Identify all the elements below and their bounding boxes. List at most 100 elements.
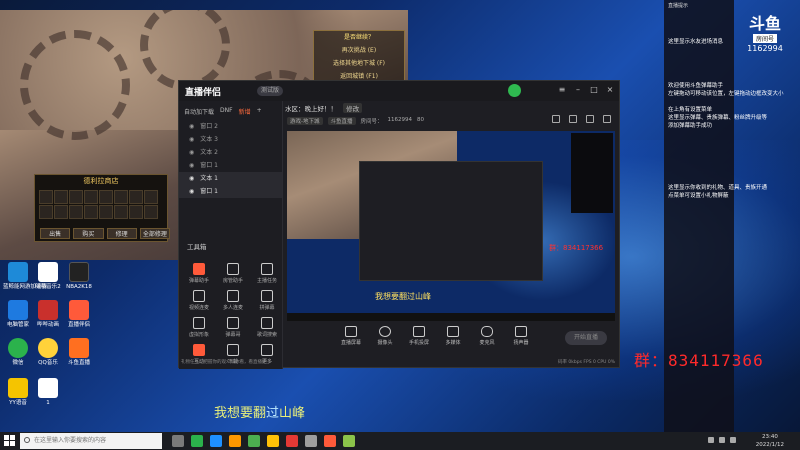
- eye-icon[interactable]: ◉: [189, 146, 194, 159]
- desktop-icon[interactable]: YY语音: [3, 378, 33, 407]
- media-icon: [447, 326, 459, 337]
- microphone-icon: [481, 326, 493, 337]
- app-icon: [8, 338, 28, 358]
- phone-cast-button[interactable]: 手机投屏: [407, 326, 431, 346]
- speaker-button[interactable]: 扬声器: [509, 326, 533, 346]
- eye-icon[interactable]: ◉: [189, 159, 194, 172]
- lyrics-subtitle: 我想要翻过山峰: [214, 402, 305, 421]
- desktop-icon[interactable]: 1: [33, 378, 63, 407]
- desktop-icon[interactable]: 直播伴侣: [64, 300, 94, 329]
- tab-dnf[interactable]: DNF: [220, 107, 233, 116]
- microphone-button[interactable]: 麦克风: [475, 326, 499, 346]
- stream-preview[interactable]: 群：834117366 我想要翻过山峰: [287, 131, 615, 321]
- taskbar-search-input[interactable]: [20, 433, 162, 449]
- panel-message: 左键拖动可移动该位置，左键拖动边框改变大小: [668, 91, 784, 97]
- desktop-icon[interactable]: QQ音乐: [33, 338, 63, 367]
- danmu-assistant-panel[interactable]: 直播提示: [664, 0, 734, 450]
- eye-icon[interactable]: ◉: [189, 185, 194, 198]
- shop-sell-button[interactable]: 出售: [40, 228, 71, 239]
- folder-icon[interactable]: [229, 435, 241, 447]
- tool-danmu-ge[interactable]: 弹幕哥: [218, 317, 248, 338]
- scene-tabs: 自动加下载 DNF 新增 +: [179, 101, 282, 120]
- desktop-icon[interactable]: 电脑管家: [3, 300, 33, 329]
- wechat-icon[interactable]: [191, 435, 203, 447]
- scene-item[interactable]: ◉ 窗口 2: [179, 120, 282, 133]
- shop-slots[interactable]: [35, 187, 167, 222]
- menu-item-other-dungeon[interactable]: 选择其他地下城 (F): [314, 57, 404, 70]
- game-icon[interactable]: [286, 435, 298, 447]
- network-icon[interactable]: [708, 437, 714, 443]
- close-icon[interactable]: ×: [605, 85, 615, 95]
- desktop-icon[interactable]: 咕咕音乐2: [33, 262, 63, 291]
- desktop-icon[interactable]: 哔哔动画: [33, 300, 63, 329]
- panel-message: 点菜单可设置小礼物屏蔽: [668, 193, 729, 199]
- desktop-icon[interactable]: 微信: [3, 338, 33, 367]
- multimedia-button[interactable]: 多媒体: [441, 326, 465, 346]
- camera-button[interactable]: 摄像头: [373, 326, 397, 346]
- taskbar-clock[interactable]: 23:40 2022/1/12: [756, 433, 784, 449]
- maximize-icon[interactable]: □: [589, 85, 599, 95]
- tool-avatar[interactable]: 虚拟形象: [184, 317, 214, 338]
- windows-start-icon[interactable]: [4, 435, 15, 446]
- scene-item[interactable]: ◉ 窗口 1: [179, 159, 282, 172]
- app-icon[interactable]: [267, 435, 279, 447]
- shop-icon[interactable]: [569, 115, 577, 123]
- platform-tag[interactable]: 斗鱼直播: [327, 117, 356, 125]
- tab-add[interactable]: 新增: [239, 107, 251, 116]
- gift-icon[interactable]: [552, 115, 560, 123]
- desktop-icon[interactable]: NBA2K18: [64, 262, 94, 291]
- status-bar-left: 礼物任务，把握你的观众帮你看，看直播吧: [181, 360, 267, 365]
- subtitle-part: 我想要翻: [214, 406, 267, 421]
- status-bar-right: 码率 0kbps FPS 0 CPU 0%: [558, 360, 615, 365]
- preview-subtitle: 我想要翻过山峰: [375, 292, 431, 301]
- live-companion-window[interactable]: 直播伴侣 测试版 ≡ – □ × 自动加下载 DNF 新增 + ◉ 窗口 2 ◉ 文…: [178, 80, 620, 369]
- app-titlebar[interactable]: 直播伴侣 测试版 ≡ – □ ×: [179, 81, 619, 101]
- scene-item[interactable]: ◉ 文本 2: [179, 146, 282, 159]
- shop-buy-button[interactable]: 购买: [73, 228, 104, 239]
- add-tab-icon[interactable]: +: [257, 107, 262, 116]
- app-icon[interactable]: [248, 435, 260, 447]
- volume-icon[interactable]: [719, 437, 725, 443]
- tool-room-admin[interactable]: 房管助手: [218, 263, 248, 284]
- start-live-button[interactable]: 开始直播: [565, 331, 607, 345]
- app-icon[interactable]: [305, 435, 317, 447]
- screen-capture-button[interactable]: 直播屏幕: [339, 326, 363, 346]
- tool-multi-link[interactable]: 多人连麦: [218, 290, 248, 311]
- douyu-logo: 斗鱼 房间号 1162994: [740, 10, 790, 58]
- toolbox-grid: 弹幕助手 房管助手 主播任务 视频连麦 多人连麦 拼弹幕 虚拟形象 弹幕哥 歌词…: [184, 263, 282, 365]
- share-icon[interactable]: [586, 115, 594, 123]
- category-tag[interactable]: 游戏-地下城: [287, 117, 323, 125]
- room-info: 游戏-地下城 斗鱼直播 房间号： 1162994 80: [287, 117, 424, 125]
- tool-pin-danmu[interactable]: 拼弹幕: [252, 290, 282, 311]
- tab-auto-download[interactable]: 自动加下载: [184, 107, 214, 116]
- edit-title-button[interactable]: 修改: [343, 103, 363, 113]
- panel-message: 在上角有设置菜单: [668, 107, 713, 113]
- input-method-icon[interactable]: [730, 437, 736, 443]
- minimize-icon[interactable]: –: [573, 85, 583, 95]
- menu-item-retry[interactable]: 再次挑战 (E): [314, 44, 404, 57]
- app-icon[interactable]: [343, 435, 355, 447]
- user-avatar[interactable]: [508, 84, 521, 97]
- tool-streamer-task[interactable]: 主播任务: [252, 263, 282, 284]
- settings-icon[interactable]: [603, 115, 611, 123]
- eye-icon[interactable]: ◉: [189, 172, 194, 185]
- app-icon: [8, 300, 28, 320]
- browser-icon[interactable]: [210, 435, 222, 447]
- live-companion-icon[interactable]: [324, 435, 336, 447]
- eye-icon[interactable]: ◉: [189, 133, 194, 146]
- scene-item[interactable]: ◉ 窗口 1: [179, 185, 282, 198]
- task-view-icon[interactable]: [172, 435, 184, 447]
- scene-item[interactable]: ◉ 文本 3: [179, 133, 282, 146]
- desktop-icon[interactable]: 斗鱼直播: [64, 338, 94, 367]
- scene-item[interactable]: ◉ 文本 1: [179, 172, 282, 185]
- shop-repair-button[interactable]: 修理: [106, 228, 137, 239]
- tool-danmu-assistant[interactable]: 弹幕助手: [184, 263, 214, 284]
- eye-icon[interactable]: ◉: [189, 120, 194, 133]
- room-no-label: 房间号：: [360, 119, 383, 125]
- menu-icon[interactable]: ≡: [557, 85, 567, 95]
- shop-repair-all-button[interactable]: 全部修理: [139, 228, 170, 239]
- desktop-icon[interactable]: 蓝鲸能网游加速器: [3, 262, 47, 291]
- toolbox-label: 工具箱: [187, 243, 207, 251]
- tool-video-link[interactable]: 视频连麦: [184, 290, 214, 311]
- tool-lyrics[interactable]: 歌词搜索: [252, 317, 282, 338]
